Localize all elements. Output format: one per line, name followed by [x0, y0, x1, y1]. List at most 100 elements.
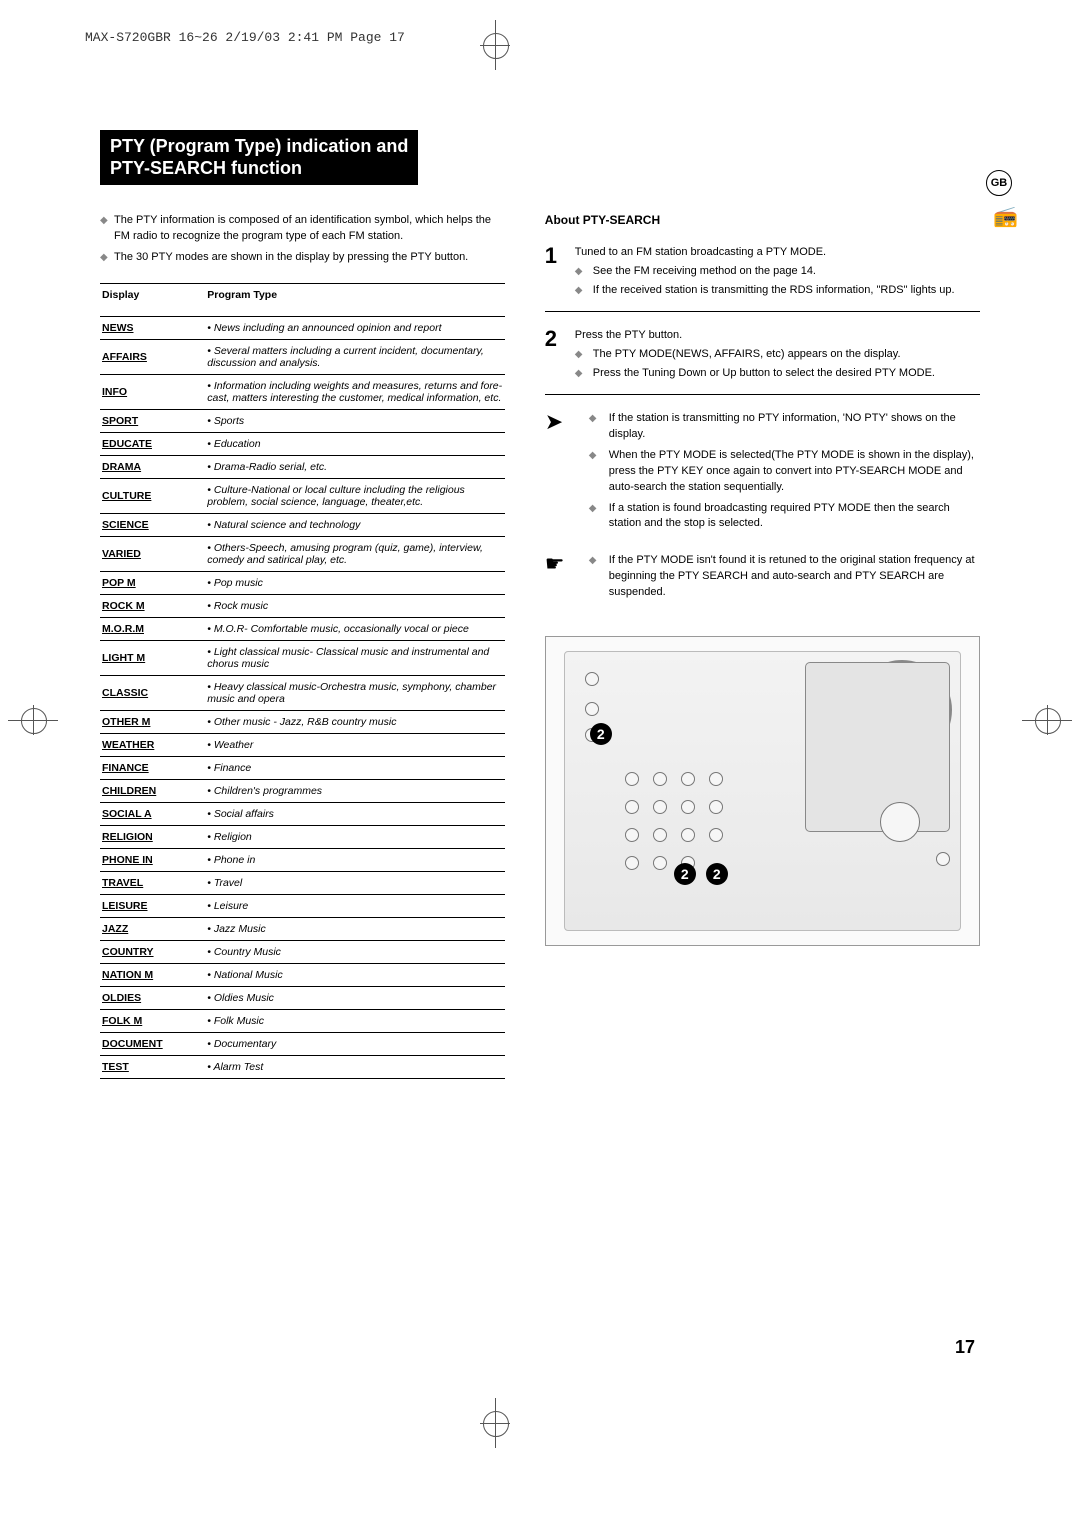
note-line: If a station is found broadcasting requi… — [609, 501, 980, 533]
display-cell: M.O.R.M — [100, 618, 205, 641]
program-type-cell: • Phone in — [205, 849, 505, 872]
diamond-icon: ◆ — [575, 347, 587, 363]
title-line1: PTY (Program Type) indication and — [110, 136, 408, 156]
diamond-icon: ◆ — [589, 553, 603, 601]
display-cell: CLASSIC — [100, 676, 205, 711]
display-cell: POP M — [100, 572, 205, 595]
display-cell: ROCK M — [100, 595, 205, 618]
display-cell: TEST — [100, 1056, 205, 1079]
program-type-cell: • Culture-National or local culture incl… — [205, 479, 505, 514]
step-sub: The PTY MODE(NEWS, AFFAIRS, etc) appears… — [593, 347, 901, 363]
diamond-icon: ◆ — [575, 366, 587, 382]
panel-button — [625, 772, 639, 786]
page-number: 17 — [955, 1337, 975, 1358]
display-cell: FOLK M — [100, 1010, 205, 1033]
table-row: OLDIES• Oldies Music — [100, 987, 505, 1010]
panel-button — [653, 828, 667, 842]
program-type-cell: • Religion — [205, 826, 505, 849]
crop-mark-top — [495, 20, 496, 70]
display-cell: RELIGION — [100, 826, 205, 849]
program-type-cell: • Social affairs — [205, 803, 505, 826]
program-type-cell: • Light classical music- Classical music… — [205, 641, 505, 676]
panel-button — [653, 856, 667, 870]
program-type-cell: • Education — [205, 433, 505, 456]
program-type-cell: • M.O.R- Comfortable music, occasionally… — [205, 618, 505, 641]
panel-button — [625, 800, 639, 814]
step-sub: See the FM receiving method on the page … — [593, 264, 816, 280]
table-row: TEST• Alarm Test — [100, 1056, 505, 1079]
display-cell: OLDIES — [100, 987, 205, 1010]
panel-button — [625, 828, 639, 842]
table-row: SPORT• Sports — [100, 410, 505, 433]
display-cell: CHILDREN — [100, 780, 205, 803]
table-row: LEISURE• Leisure — [100, 895, 505, 918]
display-cell: LIGHT M — [100, 641, 205, 676]
panel-button — [653, 772, 667, 786]
program-type-cell: • Rock music — [205, 595, 505, 618]
display-cell: PHONE IN — [100, 849, 205, 872]
panel-button — [625, 856, 639, 870]
step-2: 2 Press the PTY button. ◆The PTY MODE(NE… — [545, 328, 980, 395]
table-row: NEWS• News including an announced opinio… — [100, 317, 505, 340]
table-row: M.O.R.M• M.O.R- Comfortable music, occas… — [100, 618, 505, 641]
program-type-cell: • Sports — [205, 410, 505, 433]
panel-button — [681, 800, 695, 814]
display-cell: COUNTRY — [100, 941, 205, 964]
panel-button — [936, 852, 950, 866]
radio-icon: 📻 — [993, 204, 1018, 229]
note-block-1: ➤ ◆If the station is transmitting no PTY… — [545, 411, 980, 538]
step-main: Press the PTY button. — [575, 328, 980, 344]
program-type-cell: • Alarm Test — [205, 1056, 505, 1079]
intro-line: The 30 PTY modes are shown in the displa… — [114, 250, 468, 265]
display-cell: TRAVEL — [100, 872, 205, 895]
diamond-icon: ◆ — [589, 411, 603, 443]
display-cell: WEATHER — [100, 734, 205, 757]
table-row: POP M• Pop music — [100, 572, 505, 595]
step-sub: If the received station is transmitting … — [593, 283, 955, 299]
panel-button — [709, 800, 723, 814]
arrow-right-icon: ➤ — [545, 411, 575, 538]
display-cell: NATION M — [100, 964, 205, 987]
display-cell: AFFAIRS — [100, 340, 205, 375]
table-row: SCIENCE• Natural science and technology — [100, 514, 505, 537]
about-heading: About PTY-SEARCH — [545, 213, 980, 227]
step-number: 1 — [545, 245, 563, 299]
program-type-cell: • Information including weights and meas… — [205, 375, 505, 410]
table-row: RELIGION• Religion — [100, 826, 505, 849]
col-display: Display — [100, 284, 205, 307]
program-type-cell: • Documentary — [205, 1033, 505, 1056]
display-cell: SCIENCE — [100, 514, 205, 537]
program-type-cell: • Children's programmes — [205, 780, 505, 803]
program-type-cell: • Pop music — [205, 572, 505, 595]
table-row: WEATHER• Weather — [100, 734, 505, 757]
panel-button — [681, 772, 695, 786]
table-row: SOCIAL A• Social affairs — [100, 803, 505, 826]
table-row: FOLK M• Folk Music — [100, 1010, 505, 1033]
program-type-cell: • Others-Speech, amusing program (quiz, … — [205, 537, 505, 572]
program-type-cell: • Travel — [205, 872, 505, 895]
section-title: PTY (Program Type) indication and PTY-SE… — [100, 130, 418, 185]
title-line2: PTY-SEARCH function — [110, 158, 302, 178]
table-row: CHILDREN• Children's programmes — [100, 780, 505, 803]
program-type-cell: • Natural science and technology — [205, 514, 505, 537]
col-program-type: Program Type — [205, 284, 505, 307]
program-type-cell: • Finance — [205, 757, 505, 780]
display-cell: SPORT — [100, 410, 205, 433]
program-type-cell: • National Music — [205, 964, 505, 987]
crop-mark-right — [1022, 720, 1072, 721]
device-panel — [564, 651, 961, 931]
program-type-cell: • Heavy classical music-Orchestra music,… — [205, 676, 505, 711]
diamond-icon: ◆ — [100, 250, 114, 265]
display-cell: VARIED — [100, 537, 205, 572]
program-type-cell: • Other music - Jazz, R&B country music — [205, 711, 505, 734]
table-row: ROCK M• Rock music — [100, 595, 505, 618]
intro-line: The PTY information is composed of an id… — [114, 213, 505, 244]
note-block-2: ☛ ◆If the PTY MODE isn't found it is ret… — [545, 553, 980, 606]
display-cell: SOCIAL A — [100, 803, 205, 826]
callout-badge: 2 — [590, 723, 612, 745]
display-cell: LEISURE — [100, 895, 205, 918]
program-type-cell: • Drama-Radio serial, etc. — [205, 456, 505, 479]
table-row: CULTURE• Culture-National or local cultu… — [100, 479, 505, 514]
table-row: VARIED• Others-Speech, amusing program (… — [100, 537, 505, 572]
table-row: COUNTRY• Country Music — [100, 941, 505, 964]
